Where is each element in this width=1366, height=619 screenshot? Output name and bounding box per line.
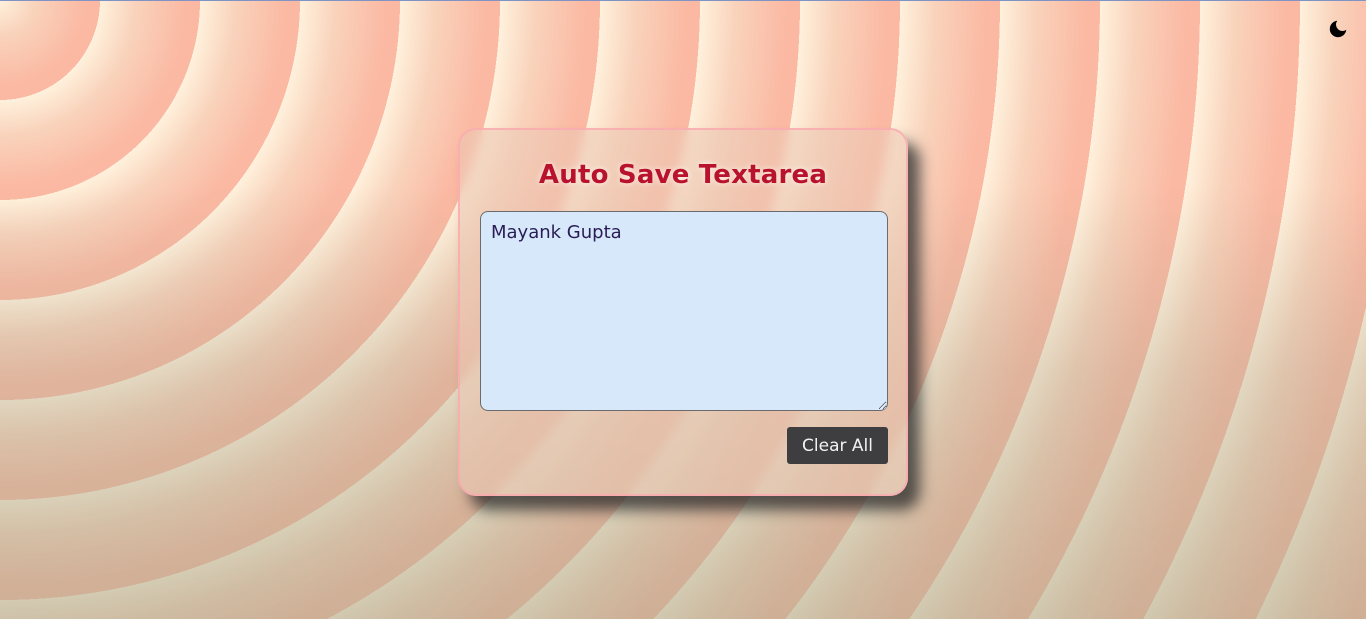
auto-save-textarea[interactable]: Mayank Gupta (480, 211, 888, 411)
moon-icon (1329, 20, 1347, 38)
clear-all-button[interactable]: Clear All (787, 427, 888, 464)
page-title: Auto Save Textarea (538, 160, 828, 190)
theme-toggle-button[interactable] (1326, 17, 1350, 41)
auto-save-card: Auto Save Textarea Mayank Gupta Clear Al… (458, 128, 908, 496)
